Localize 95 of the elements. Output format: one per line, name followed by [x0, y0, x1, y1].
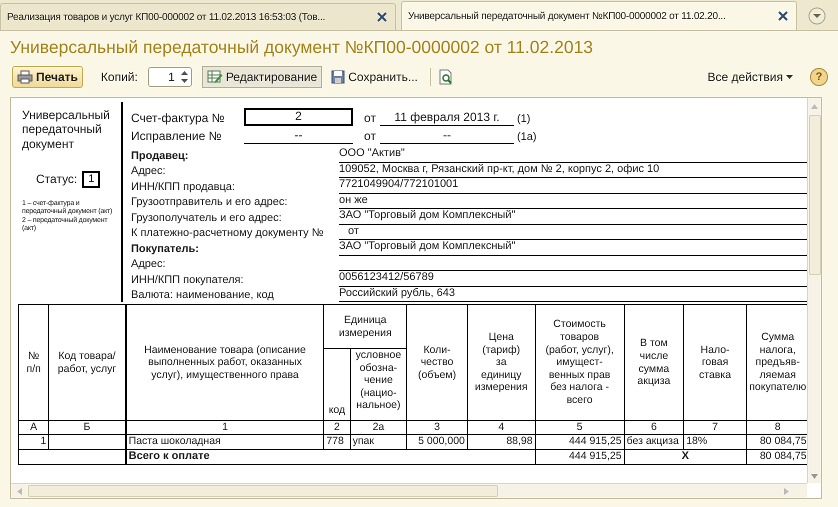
print-button[interactable]: Печать: [12, 66, 83, 88]
field-label: Адрес:: [131, 165, 167, 178]
column-number: 8: [774, 421, 781, 433]
column-group-header: Единица измерения: [338, 314, 393, 340]
help-button[interactable]: ?: [810, 68, 828, 86]
horizontal-scrollbar[interactable]: [11, 483, 807, 498]
total-excise: X: [682, 450, 689, 462]
edit-button[interactable]: Редактирование: [202, 66, 322, 88]
document-tab[interactable]: Универсальный передаточный документ №КП00-0000002 от 11.02.20...: [401, 1, 797, 30]
spin-arrows-icon[interactable]: [180, 69, 189, 85]
date-value: 11 февраля 2013 г.: [380, 111, 514, 126]
column-number: 3: [434, 421, 440, 433]
field-label: Покупатель:: [131, 242, 200, 256]
scrollbar-thumb[interactable]: [808, 115, 820, 275]
field-label: ИНН/КПП покупателя:: [131, 274, 245, 286]
total-tax: 80 084,75: [760, 450, 807, 462]
column-header: Нало- говая ставка: [699, 344, 732, 382]
table-cell: Паста шоколадная: [128, 435, 221, 448]
from-label: от: [363, 112, 377, 126]
column-number: 2а: [372, 421, 384, 433]
table-cell: без акциза: [626, 435, 679, 448]
column-number: 1: [222, 421, 228, 433]
column-number: А: [30, 421, 38, 433]
column-number: 7: [712, 421, 718, 433]
scroll-down-icon[interactable]: [811, 474, 818, 479]
scroll-right-icon[interactable]: [784, 488, 789, 494]
field-value: 109052, Москва г, Рязанский пр-кт, дом № 2, корпус 2, офис 10: [339, 162, 660, 174]
copies-label: Копий:: [100, 70, 138, 84]
column-number: Б: [84, 421, 90, 433]
table-pencil-icon: [206, 70, 223, 84]
column-number: 4: [498, 421, 504, 433]
field-label: Валюта: наименование, код: [131, 289, 275, 302]
field-label: Продавец:: [131, 150, 190, 162]
close-icon[interactable]: [377, 12, 387, 22]
column-number: 5: [576, 421, 583, 433]
form-title: Универсальный передаточный документ: [22, 108, 111, 152]
field-value: 0056123412/56789: [339, 271, 434, 283]
number-value: 2: [244, 108, 353, 126]
column-header: Цена (тариф) за единицу измерения: [474, 331, 528, 394]
column-header: Коли- чество (объем): [418, 344, 456, 382]
line-reference: (1): [516, 113, 530, 126]
field-label: Адрес:: [131, 258, 167, 271]
all-actions-menu[interactable]: Все действия: [702, 66, 798, 88]
from-label: от: [363, 130, 377, 144]
field-value: Российский рубль, 643: [339, 286, 455, 298]
field-label: ИНН/КПП продавца:: [131, 180, 236, 194]
table-cell: 18%: [686, 435, 708, 448]
field-value: он же: [339, 194, 368, 206]
status-label: Статус:: [36, 172, 78, 186]
document-tab[interactable]: Реализация товаров и услуг КП00-000002 от 11.02.2013 16:53:03 (Тов...: [0, 3, 396, 30]
scrollbar-thumb[interactable]: [28, 485, 498, 497]
column-header: № п/п: [26, 350, 41, 376]
field-value: ЗАО "Торговый дом Комплексный": [339, 209, 516, 221]
table-cell: упак: [352, 435, 374, 448]
table-cell: 778: [326, 435, 344, 448]
field-label: Грузоотправитель и его адрес:: [131, 196, 288, 209]
column-number: 6: [650, 421, 657, 433]
number-label: Исправление №: [131, 130, 222, 144]
number-value: --: [244, 129, 353, 144]
total-cost: 444 915,25: [569, 450, 622, 462]
save-button[interactable]: Сохранить...: [326, 66, 423, 88]
column-header: В том числе сумма акциза: [637, 337, 670, 388]
close-icon[interactable]: [778, 11, 788, 21]
window-title: Универсальный передаточный документ №КП00-0000002 от 11.02.2013: [9, 36, 594, 59]
table-cell: 1: [40, 435, 46, 448]
field-label: Грузополучатель и его адрес:: [131, 212, 283, 224]
table-cell: 88,98: [506, 435, 533, 448]
scroll-left-icon[interactable]: [17, 488, 22, 494]
column-header: Наименование товара (описание выполненных работ, оказанных услуг), имущественного права: [144, 344, 306, 382]
copies-field[interactable]: 1: [148, 67, 192, 87]
date-value: --: [380, 129, 514, 144]
column-number: 2: [334, 421, 340, 433]
table-cell: 444 915,25: [569, 435, 622, 448]
column-header: код: [328, 404, 346, 417]
field-value: ООО "Актив": [339, 147, 405, 159]
column-header: Стоимость товаров (работ, услуг), имущест- венных прав без налога - всего: [545, 318, 614, 407]
table-cell: 5 000,000: [418, 435, 465, 448]
line-reference: (1а): [516, 131, 537, 144]
field-label: К платежно-расчетному документу №: [131, 227, 325, 240]
field-value: от: [347, 224, 359, 236]
field-value: ЗАО "Торговый дом Комплексный": [339, 240, 516, 252]
total-label: Всего к оплате: [128, 450, 210, 462]
column-header: Сумма налога, предъяв- ляемая покупателю: [749, 331, 806, 394]
number-label: Счет-фактура №: [131, 112, 226, 126]
column-header: условное обозна- чение (нацио- нальное): [356, 350, 402, 412]
printer-icon: [17, 70, 33, 84]
scroll-up-icon[interactable]: [811, 104, 818, 109]
page-preview-icon[interactable]: [438, 69, 454, 85]
table-cell: 80 084,75: [760, 435, 807, 448]
status-value: 1: [82, 171, 100, 188]
column-header: Код товара/ работ, услуг: [58, 350, 116, 376]
vertical-scrollbar[interactable]: [807, 98, 821, 483]
field-value: 7721049904/772101001: [339, 178, 458, 190]
tab-list-dropdown-icon[interactable]: [808, 7, 826, 25]
caret-icon: [786, 75, 793, 79]
